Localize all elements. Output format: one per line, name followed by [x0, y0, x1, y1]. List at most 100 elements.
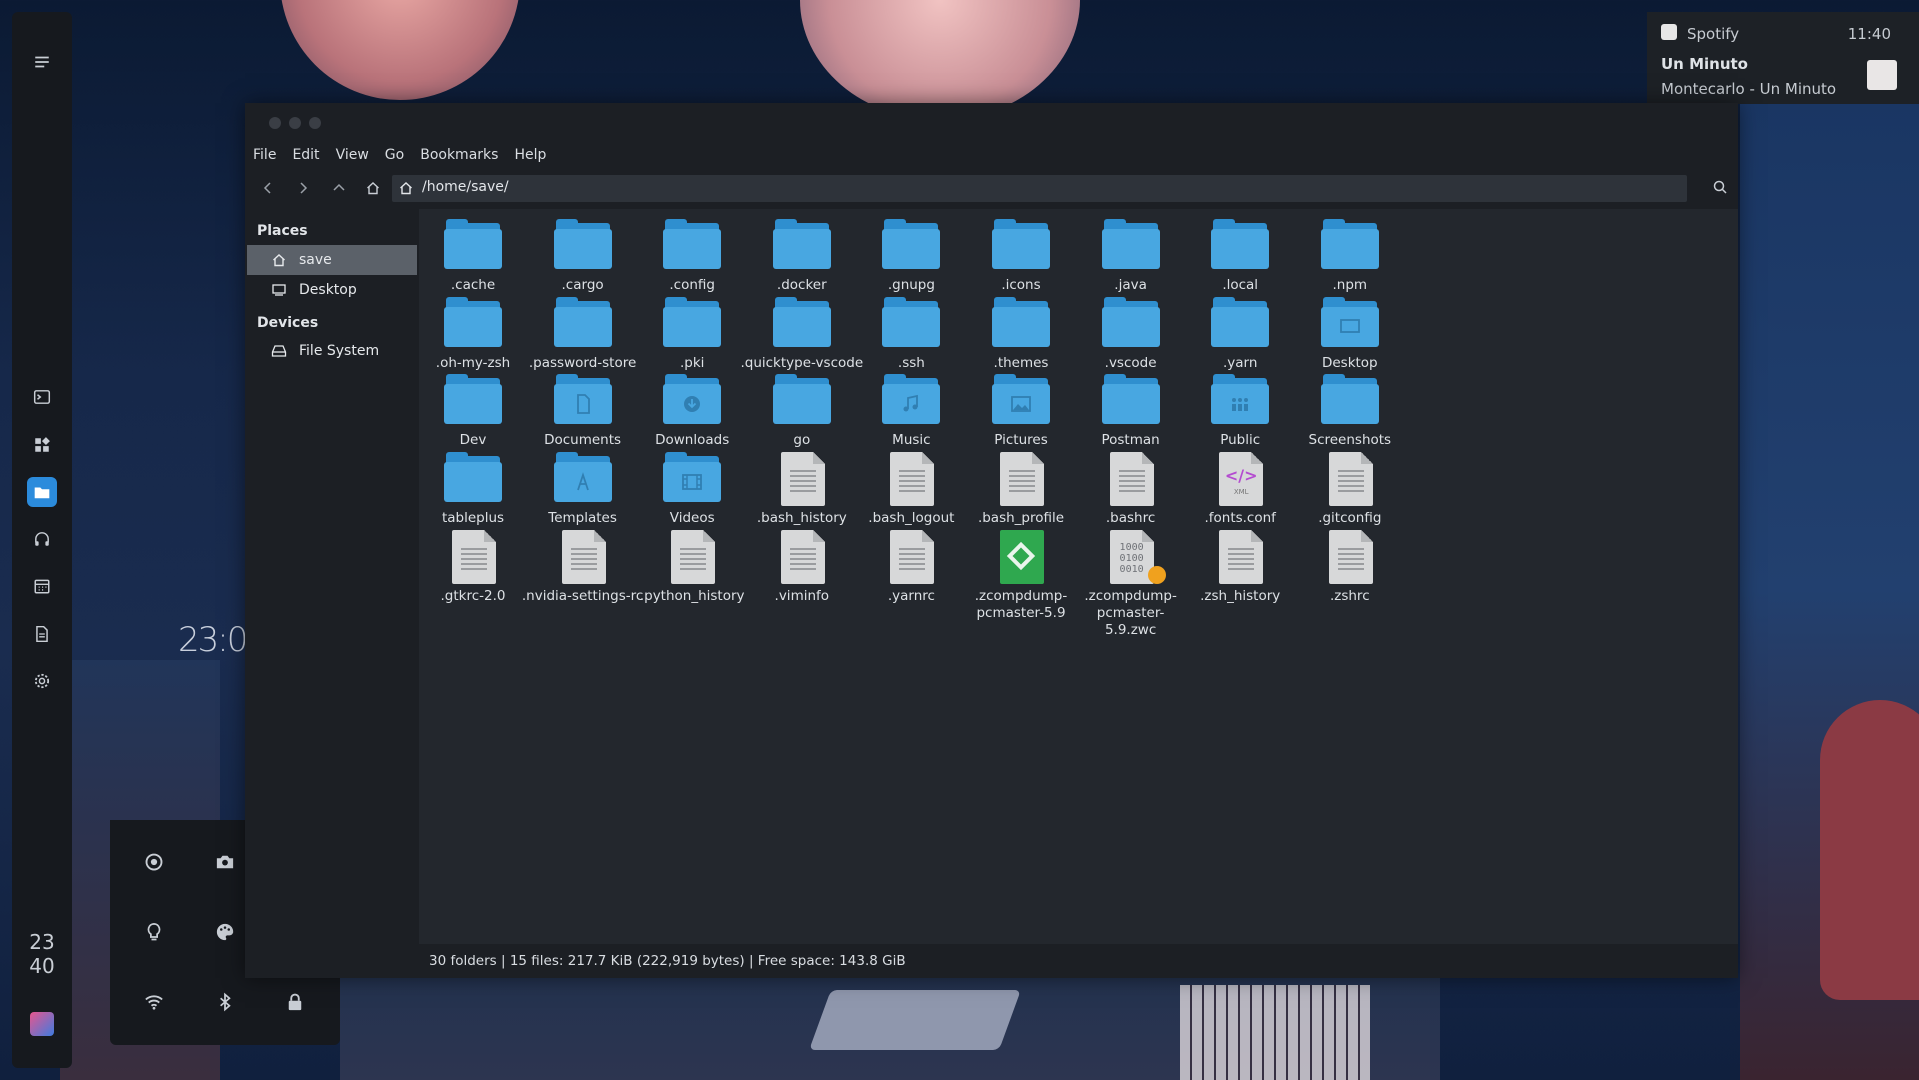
wallpaper-laptop	[809, 990, 1021, 1050]
search-icon[interactable]	[1712, 179, 1728, 195]
sidebar-item-file-system[interactable]: File System	[247, 336, 417, 366]
folder-icon	[772, 296, 831, 349]
files-icon[interactable]	[27, 477, 57, 507]
folder-icon	[444, 296, 502, 349]
status-bar: 30 folders | 15 files: 217.7 KiB (222,91…	[419, 948, 1738, 976]
file-item[interactable]: .gitconfig	[1283, 452, 1417, 527]
back-icon[interactable]	[255, 175, 281, 201]
menu-go[interactable]: Go	[377, 143, 412, 167]
spotify-icon	[1661, 24, 1677, 40]
avatar[interactable]	[30, 1012, 54, 1036]
folder-icon	[1320, 296, 1379, 349]
text-file-icon	[992, 452, 1050, 507]
text-file-icon	[663, 529, 721, 584]
folder-icon	[1211, 374, 1270, 426]
folder-icon	[444, 219, 502, 271]
text-file-icon	[882, 452, 940, 507]
sidebar-item-save[interactable]: save	[247, 245, 417, 275]
xml-file-icon: </> XML	[1211, 452, 1269, 507]
menu-edit[interactable]: Edit	[284, 143, 327, 167]
folder-icon	[772, 374, 831, 426]
document-icon[interactable]	[27, 619, 57, 649]
desktop-icon	[272, 284, 286, 296]
record-icon[interactable]	[139, 847, 169, 877]
folder-icon	[882, 219, 941, 271]
menu-help[interactable]: Help	[506, 143, 554, 167]
folder-item[interactable]: .npm	[1283, 219, 1417, 294]
zsh-file-icon	[992, 529, 1050, 584]
people-icon	[1232, 398, 1249, 412]
terminal-icon[interactable]	[27, 382, 57, 412]
item-label: .zshrc	[1329, 587, 1370, 604]
menu-file[interactable]: File	[245, 143, 284, 167]
lock-icon	[1147, 565, 1166, 584]
menu-view[interactable]: View	[328, 143, 377, 167]
palette-icon[interactable]	[210, 917, 240, 947]
folder-icon	[663, 296, 722, 349]
titlebar[interactable]	[245, 103, 1738, 135]
folder-icon	[882, 296, 941, 349]
minimize-button[interactable]	[289, 117, 301, 129]
sidebar-item-label: File System	[299, 343, 380, 359]
folder-icon	[663, 374, 722, 426]
notification-title: Un Minuto	[1661, 55, 1748, 73]
binary-file-icon: 1000 0100 0010	[1102, 529, 1166, 584]
home-icon[interactable]	[360, 175, 386, 201]
wallpaper-lamp	[280, 0, 520, 100]
sidebar-heading-devices: Devices	[257, 315, 319, 331]
picture-icon	[1011, 396, 1031, 413]
folder-icon	[444, 374, 502, 426]
lightbulb-icon[interactable]	[139, 917, 169, 947]
notification-app: Spotify	[1687, 25, 1740, 43]
text-file-icon	[882, 529, 940, 584]
text-file-icon	[773, 452, 831, 507]
calendar-icon[interactable]	[27, 571, 57, 601]
folder-icon	[992, 296, 1050, 349]
folder-icon	[1101, 219, 1160, 271]
lock-icon[interactable]	[280, 987, 310, 1017]
menu-icon[interactable]	[27, 47, 57, 77]
sidebar-item-label: Desktop	[299, 282, 357, 298]
maximize-button[interactable]	[309, 117, 321, 129]
notification[interactable]: Spotify 11:40 Un Minuto Montecarlo - Un …	[1647, 12, 1919, 104]
drive-icon	[271, 345, 287, 357]
xml-glyph: </>	[1224, 466, 1258, 486]
document-icon	[576, 394, 590, 415]
bluetooth-icon[interactable]	[210, 987, 240, 1017]
file-item[interactable]: .zshrc	[1283, 529, 1417, 605]
folder-icon	[553, 374, 612, 426]
film-icon	[682, 474, 703, 490]
xml-label: XML	[1233, 488, 1249, 497]
camera-icon[interactable]	[210, 847, 240, 877]
item-label: Desktop	[1321, 354, 1378, 371]
folder-item[interactable]: Desktop	[1283, 296, 1417, 372]
apps-icon[interactable]	[27, 430, 57, 460]
text-file-icon	[444, 529, 502, 584]
home-icon	[273, 254, 285, 267]
menu-bookmarks[interactable]: Bookmarks	[412, 143, 506, 167]
text-file-icon	[554, 529, 612, 584]
wallpaper-guitar	[1820, 700, 1919, 1000]
binary-glyph: 1000 0100 0010	[1119, 541, 1144, 575]
folder-item[interactable]: Screenshots	[1283, 374, 1417, 449]
forward-icon[interactable]	[290, 175, 316, 201]
folder-icon	[1320, 374, 1379, 426]
music-note-icon	[903, 395, 919, 412]
folder-icon	[772, 219, 831, 271]
up-icon[interactable]	[326, 175, 352, 201]
location-bar[interactable]: /home/save/	[392, 175, 1687, 202]
folder-icon	[553, 452, 612, 504]
folder-icon	[553, 219, 612, 271]
home-icon	[400, 182, 412, 195]
wallpaper-piano	[1180, 985, 1370, 1080]
headphones-icon[interactable]	[27, 524, 57, 554]
gear-icon[interactable]	[27, 666, 57, 696]
close-button[interactable]	[269, 117, 281, 129]
location-path[interactable]: /home/save/	[422, 179, 509, 195]
dock: 23 40	[12, 12, 72, 1068]
folder-icon	[663, 452, 722, 504]
text-file-icon	[1211, 529, 1269, 584]
wifi-icon[interactable]	[139, 987, 169, 1017]
sidebar-item-desktop[interactable]: Desktop	[247, 275, 417, 305]
folder-icon	[992, 374, 1050, 426]
